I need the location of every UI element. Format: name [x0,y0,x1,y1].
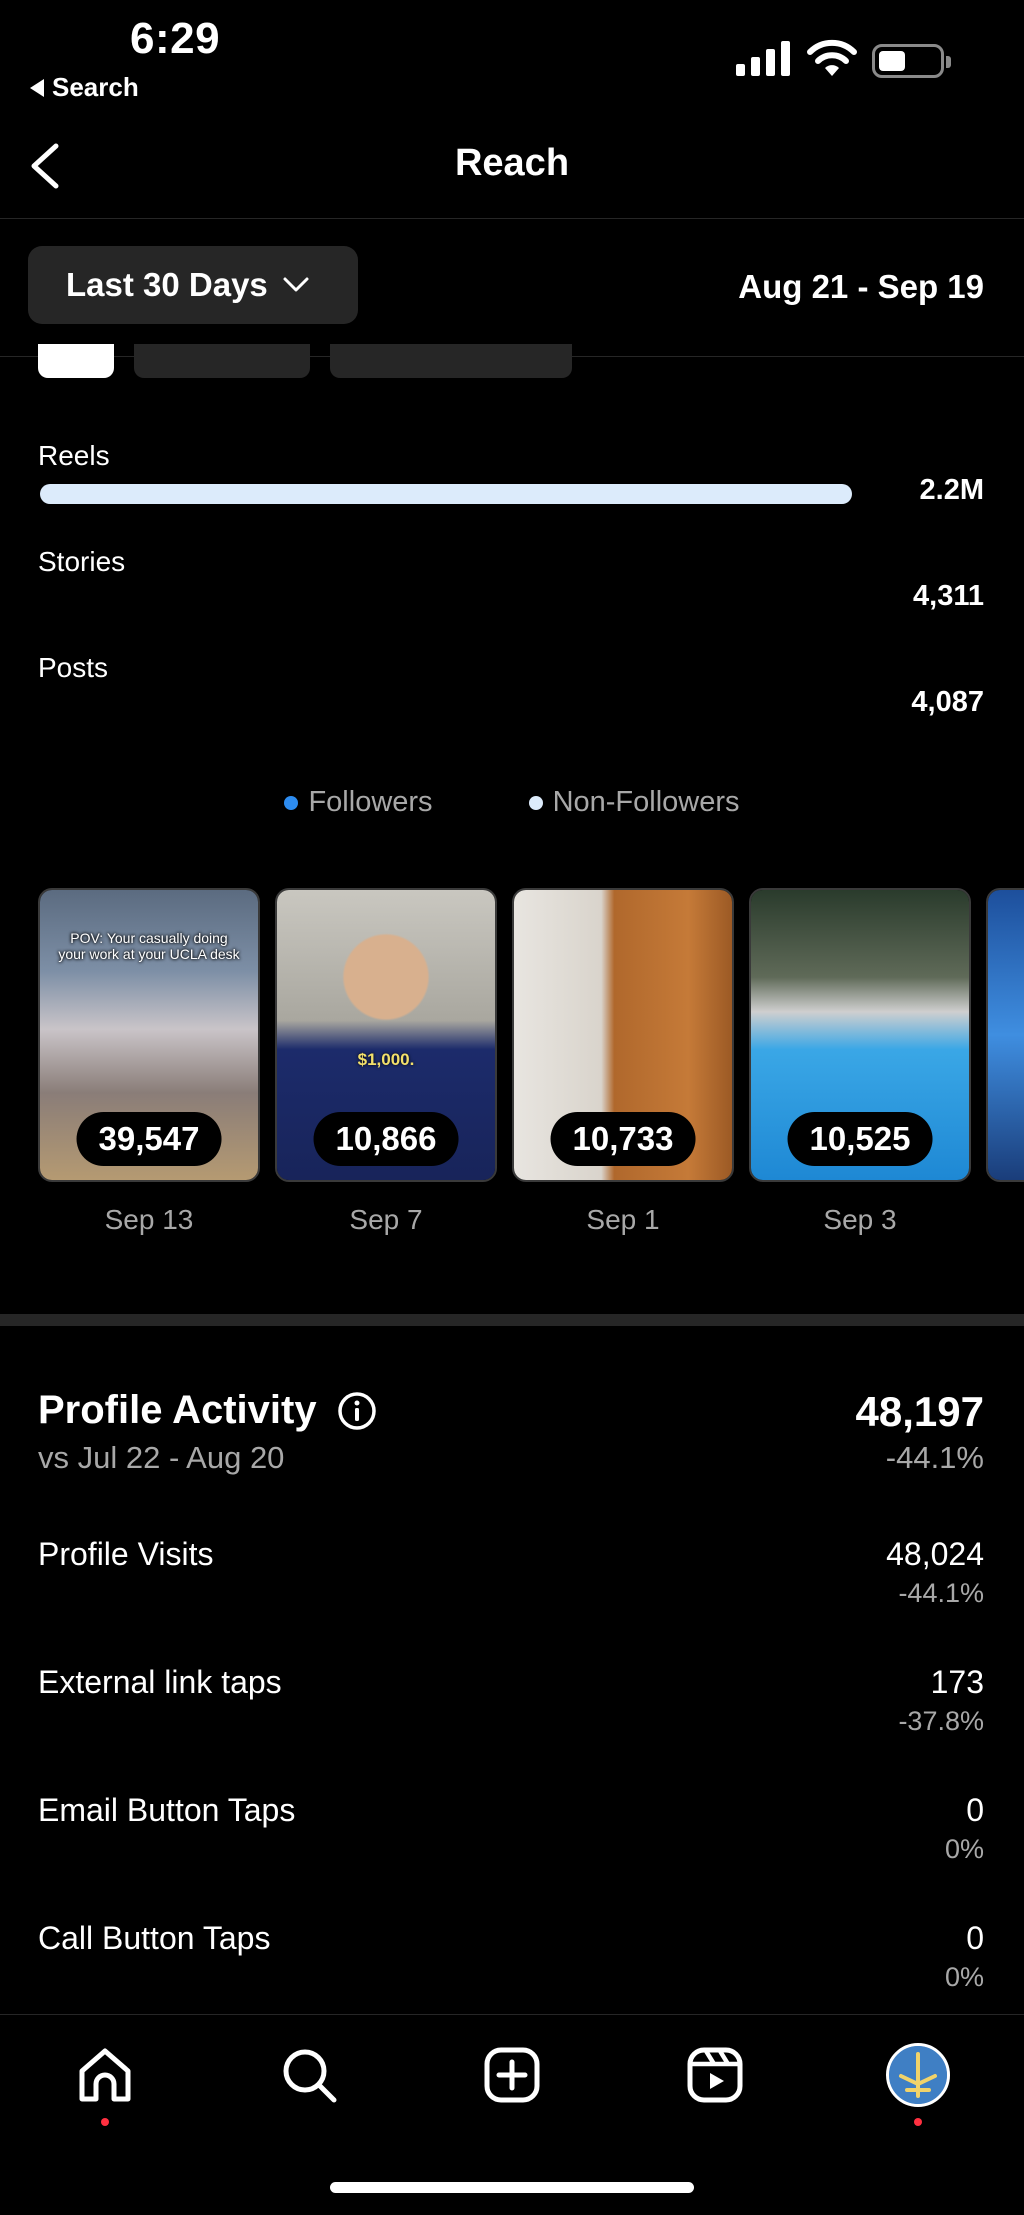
metric-label-profile-visits: Profile Visits [38,1536,214,1572]
top-content-thumbnail-1[interactable]: POV: Your casually doing your work at yo… [38,888,260,1182]
content-filter-tab-2[interactable] [134,344,310,378]
back-to-search-label: Search [52,72,139,102]
create-icon[interactable] [481,2044,543,2106]
cellular-signal-icon [736,40,790,76]
metric-change-call-button-taps: 0% [944,1962,984,1992]
content-type-value-reels: 2.2M [919,474,984,506]
thumbnail-caption: POV: Your casually doing your work at yo… [58,930,240,962]
wifi-icon [807,39,857,76]
partial-thumbnail-image [988,890,1024,1180]
legend-followers: Followers [284,786,433,819]
profile-activity-total-change: -44.1% [885,1440,984,1475]
legend-non-followers: Non-Followers [528,786,740,819]
profile-activity-title: Profile Activity [38,1388,317,1432]
reach-count-badge: 10,733 [550,1112,696,1166]
profile-activity-heading: Profile Activity [38,1388,377,1433]
reels-bar [40,484,852,504]
content-filter-tab-3[interactable] [330,344,572,378]
date-range-dropdown-label: Last 30 Days [66,266,268,303]
content-type-label-posts: Posts [38,652,109,683]
metric-value-profile-visits: 48,024 [886,1536,984,1572]
audience-legend: Followers Non-Followers [0,786,1024,819]
legend-non-followers-label: Non-Followers [552,786,740,818]
thumbnail-date: Sep 13 [104,1204,194,1235]
status-time: 6:29 [130,14,221,63]
top-content-thumbnail-5-partial[interactable] [986,888,1024,1182]
top-content-thumbnail-3[interactable]: 10,733 [512,888,734,1182]
metric-label-external-link-taps: External link taps [38,1664,282,1700]
posts-bar [40,696,852,716]
thumbnail-date: Sep 7 [349,1204,423,1235]
chevron-down-icon [283,277,309,292]
metric-value-call-button-taps: 0 [966,1920,984,1956]
profile-avatar[interactable] [886,2043,950,2107]
home-icon[interactable] [74,2044,136,2106]
reach-count-badge: 10,866 [313,1112,459,1166]
metric-label-email-button-taps: Email Button Taps [38,1792,296,1828]
metric-change-profile-visits: -44.1% [898,1578,984,1608]
non-followers-dot-icon [528,795,543,810]
battery-icon [872,44,951,78]
stories-bar [40,590,852,610]
metric-label-call-button-taps: Call Button Taps [38,1920,271,1956]
header-divider [0,218,1024,219]
metric-change-email-button-taps: 0% [944,1834,984,1864]
metric-change-external-link-taps: -37.8% [898,1706,984,1736]
search-icon[interactable] [278,2044,340,2106]
info-icon[interactable] [337,1391,377,1431]
metric-value-email-button-taps: 0 [966,1792,984,1828]
profile-activity-total: 48,197 [855,1388,984,1435]
reels-icon[interactable] [684,2044,746,2106]
back-to-search-link[interactable]: Search [30,72,139,103]
avatar-emblem-icon [889,2046,947,2104]
content-type-label-reels: Reels [38,440,110,471]
date-range-dropdown[interactable]: Last 30 Days [28,246,358,324]
legend-followers-label: Followers [308,786,433,818]
content-type-value-stories: 4,311 [913,580,984,612]
followers-dot-icon [284,795,299,810]
metric-value-external-link-taps: 173 [930,1664,984,1700]
tab-bar-divider [0,2014,1024,2015]
reach-count-badge: 39,547 [76,1112,222,1166]
date-range-text: Aug 21 - Sep 19 [738,268,984,305]
comparison-period: vs Jul 22 - Aug 20 [38,1440,285,1475]
content-filter-tab-all[interactable] [38,344,114,378]
back-triangle-icon [30,78,44,97]
page-title: Reach [454,142,570,184]
content-type-label-stories: Stories [38,546,126,577]
profile-notification-dot [914,2118,922,2126]
top-content-thumbnail-2[interactable]: $1,000. 10,866 [275,888,497,1182]
content-type-value-posts: 4,087 [911,686,984,718]
home-indicator [330,2182,694,2193]
section-divider [0,1314,1024,1326]
thumbnail-date: Sep 3 [823,1204,897,1235]
top-content-thumbnail-4[interactable]: 10,525 [749,888,971,1182]
home-notification-dot [101,2118,109,2126]
thumbnail-date: Sep 1 [586,1204,660,1235]
thumbnail-caption: $1,000. [357,1050,415,1069]
reach-count-badge: 10,525 [787,1112,933,1166]
